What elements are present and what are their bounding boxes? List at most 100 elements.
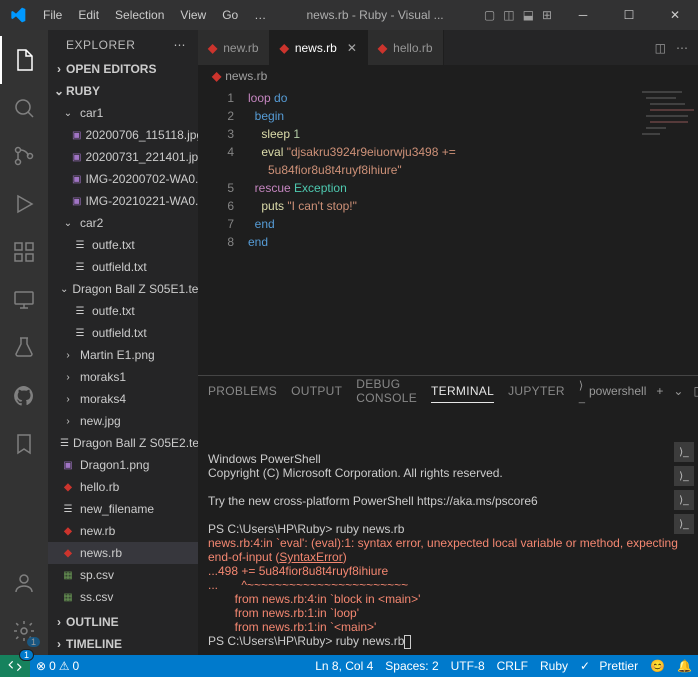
tab-more-icon[interactable]: ⋯ [676, 41, 688, 55]
source-control-icon[interactable] [0, 132, 48, 180]
remote-indicator[interactable]: 1 [0, 655, 30, 677]
search-icon[interactable] [0, 84, 48, 132]
menu-more[interactable]: … [246, 0, 274, 30]
run-debug-icon[interactable] [0, 180, 48, 228]
file-item[interactable]: ▣Dragon1.png [48, 454, 198, 476]
tab-output[interactable]: OUTPUT [291, 380, 342, 402]
title-bar: File Edit Selection View Go … news.rb - … [0, 0, 698, 30]
file-label: car1 [80, 106, 103, 120]
breadcrumb[interactable]: ◆ news.rb [198, 65, 698, 87]
testing-icon[interactable] [0, 324, 48, 372]
menu-view[interactable]: View [172, 0, 214, 30]
minimap[interactable] [638, 87, 698, 375]
file-item[interactable]: ☰outfe.txt [48, 234, 198, 256]
file-label: Dragon Ball Z S05E1.text [72, 282, 198, 296]
terminal-shortcut-4[interactable]: ⟩_ [674, 514, 694, 534]
split-terminal-icon[interactable]: ◫ [693, 384, 698, 398]
folder-item[interactable]: ›new.jpg [48, 410, 198, 432]
sidebar-header: EXPLORER ⋯ [48, 30, 198, 58]
menu-file[interactable]: File [35, 0, 70, 30]
section-root[interactable]: ⌄RUBY [48, 80, 198, 102]
file-label: new.rb [80, 524, 115, 538]
folder-item[interactable]: ⌄car2 [48, 212, 198, 234]
new-terminal-icon[interactable]: + [656, 384, 663, 398]
terminal-shortcut-3[interactable]: ⟩_ [674, 490, 694, 510]
close-tab-icon[interactable]: ✕ [347, 41, 357, 55]
settings-icon[interactable]: 1 [0, 607, 48, 655]
indentation[interactable]: Spaces: 2 [379, 655, 444, 677]
editor-tab[interactable]: ◆new.rb [198, 30, 270, 65]
menu-edit[interactable]: Edit [70, 0, 107, 30]
section-outline[interactable]: ›OUTLINE [48, 611, 198, 633]
file-item[interactable]: ◆news.rb [48, 542, 198, 564]
accounts-icon[interactable] [0, 559, 48, 607]
file-item[interactable]: ☰outfield.txt [48, 322, 198, 344]
file-item[interactable]: ▦sp.csv [48, 564, 198, 586]
github-icon[interactable] [0, 372, 48, 420]
explorer-more-icon[interactable]: ⋯ [174, 38, 187, 52]
file-item[interactable]: ▣20200706_115118.jpg [48, 124, 198, 146]
menu-go[interactable]: Go [214, 0, 246, 30]
bookmarks-icon[interactable] [0, 420, 48, 468]
extensions-icon[interactable] [0, 228, 48, 276]
chevron-icon: › [60, 347, 76, 363]
folder-item[interactable]: ›Martin E1.png [48, 344, 198, 366]
explorer-icon[interactable] [0, 36, 48, 84]
section-open-editors[interactable]: ›OPEN EDITORS [48, 58, 198, 80]
menu-selection[interactable]: Selection [107, 0, 172, 30]
file-item[interactable]: ☰outfe.txt [48, 300, 198, 322]
terminal-shell-selector[interactable]: ⟩_ powershell [579, 379, 647, 404]
folder-item[interactable]: ›moraks4 [48, 388, 198, 410]
file-item[interactable]: ▣20200731_221401.jpg [48, 146, 198, 168]
maximize-button[interactable]: ☐ [606, 0, 652, 30]
file-item[interactable]: ▦ss.csv [48, 586, 198, 608]
file-label: outfield.txt [92, 326, 147, 340]
toggle-layout-icon[interactable]: ⬓ [521, 6, 536, 24]
file-item[interactable]: ☰outfield.txt [48, 256, 198, 278]
folder-item[interactable]: ⌄car1 [48, 102, 198, 124]
ruby-file-icon: ◆ [208, 41, 217, 55]
code-editor[interactable]: 12345678 loop do begin sleep 1 eval "djs… [198, 87, 698, 375]
terminal-shortcut-2[interactable]: ⟩_ [674, 466, 694, 486]
terminal-dropdown-icon[interactable]: ⌄ [673, 384, 683, 398]
cursor-position[interactable]: Ln 8, Col 4 [309, 655, 379, 677]
file-item[interactable]: ☰Dragon Ball Z S05E2.text [48, 432, 198, 454]
file-item[interactable]: ▣IMG-20200702-WA0... [48, 168, 198, 190]
tab-debug-console[interactable]: DEBUG CONSOLE [356, 373, 417, 409]
tab-problems[interactable]: PROBLEMS [208, 380, 277, 402]
folder-item[interactable]: ⌄Dragon Ball Z S05E1.text [48, 278, 198, 300]
file-item[interactable]: ☰new_filename [48, 498, 198, 520]
problems-status[interactable]: ⊗0 ⚠0 [30, 655, 85, 677]
tab-terminal[interactable]: TERMINAL [431, 380, 494, 403]
close-button[interactable]: ✕ [652, 0, 698, 30]
file-item[interactable]: ◆new.rb [48, 520, 198, 542]
file-label: moraks4 [80, 392, 126, 406]
remote-explorer-icon[interactable] [0, 276, 48, 324]
section-timeline[interactable]: ›TIMELINE [48, 633, 198, 655]
editor-tab[interactable]: ◆news.rb✕ [270, 30, 368, 65]
customize-layout-icon[interactable]: ⊞ [540, 6, 554, 24]
feedback-icon[interactable]: 😊 [644, 655, 671, 677]
ruby-file-icon: ◆ [280, 41, 289, 55]
terminal-shortcut-1[interactable]: ⟩_ [674, 442, 694, 462]
file-tree: ⌄car1▣20200706_115118.jpg▣20200731_22140… [48, 102, 198, 611]
toggle-panel-icon[interactable]: ▢ [482, 6, 497, 24]
terminal-output[interactable]: ⟩_ ⟩_ ⟩_ ⟩_ Windows PowerShellCopyright … [198, 406, 698, 655]
notifications-icon[interactable]: 🔔 [671, 655, 698, 677]
prettier-status[interactable]: ✓ Prettier [574, 655, 644, 677]
toggle-sidebar-icon[interactable]: ◫ [501, 6, 516, 24]
split-editor-icon[interactable]: ◫ [655, 41, 666, 55]
tab-jupyter[interactable]: JUPYTER [508, 380, 565, 402]
code-content[interactable]: loop do begin sleep 1 eval "djsakru3924r… [248, 87, 638, 375]
eol[interactable]: CRLF [491, 655, 534, 677]
file-label: 20200706_115118.jpg [85, 128, 198, 142]
file-item[interactable]: ▣IMG-20210221-WA0... [48, 190, 198, 212]
language-mode[interactable]: Ruby [534, 655, 574, 677]
encoding[interactable]: UTF-8 [445, 655, 491, 677]
file-label: hello.rb [80, 480, 119, 494]
minimize-button[interactable]: ─ [560, 0, 606, 30]
file-item[interactable]: ◆hello.rb [48, 476, 198, 498]
editor-tab[interactable]: ◆hello.rb [368, 30, 444, 65]
folder-item[interactable]: ›moraks1 [48, 366, 198, 388]
file-label: car2 [80, 216, 103, 230]
